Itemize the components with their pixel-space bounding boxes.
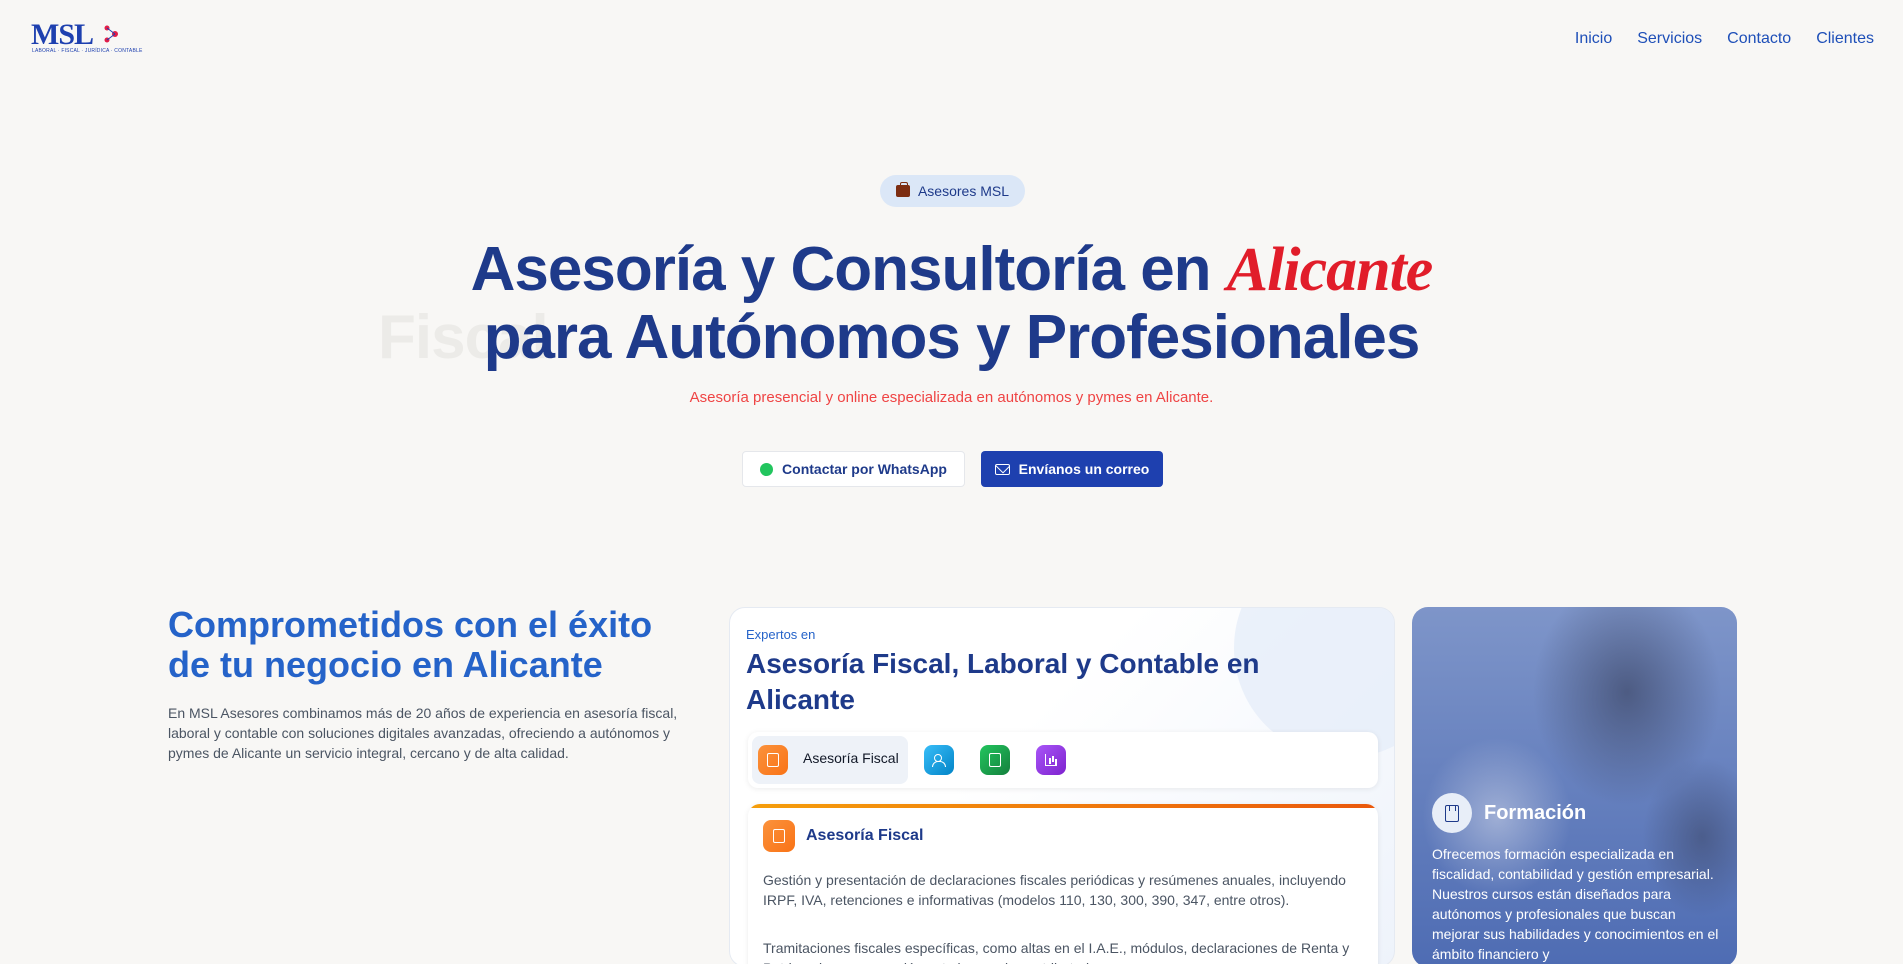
fiscal-doc-icon: [758, 745, 788, 775]
tab-contable-calculator-icon[interactable]: [980, 745, 1010, 775]
hero-title: Asesoría y Consultoría en Alicante para …: [0, 236, 1903, 372]
email-button[interactable]: Envíanos un correo: [981, 451, 1163, 487]
whatsapp-icon: [760, 462, 774, 476]
logo-tagline: LABORAL · FISCAL · JURÍDICA · CONTABLE: [32, 48, 143, 54]
services-tabs: Asesoría Fiscal: [748, 732, 1378, 788]
tab-chart-icon[interactable]: [1036, 745, 1066, 775]
logo-molecule-icon: [104, 25, 118, 43]
hero-title-line2: para Autónomos y Profesionales: [483, 303, 1421, 372]
panel-paragraph-1: Gestión y presentación de declaraciones …: [763, 872, 1346, 908]
service-detail-panel: Asesoría Fiscal Gestión y presentación d…: [748, 804, 1378, 964]
nav-inicio[interactable]: Inicio: [1575, 28, 1612, 50]
services-eyebrow: Expertos en: [746, 627, 816, 642]
formacion-title: Formación: [1484, 802, 1587, 824]
panel-paragraph-2: Tramitaciones fiscales específicas, como…: [763, 940, 1350, 964]
about-text: En MSL Asesores combinamos más de 20 año…: [168, 705, 678, 761]
formacion-card[interactable]: Formación Ofrecemos formación especializ…: [1412, 607, 1737, 964]
about-title: Comprometidos con el éxito de tu negocio…: [168, 604, 653, 685]
email-button-label: Envíanos un correo: [1018, 461, 1150, 477]
whatsapp-button[interactable]: Contactar por WhatsApp: [742, 451, 965, 487]
services-heading: Asesoría Fiscal, Laboral y Contable en A…: [746, 648, 1260, 715]
formacion-text: Ofrecemos formación especializada en fis…: [1432, 846, 1719, 962]
logo-mark: MSL: [31, 18, 94, 51]
hero-badge-label: Asesores MSL: [917, 183, 1010, 199]
services-card: Expertos en Asesoría Fiscal, Laboral y C…: [729, 607, 1395, 964]
panel-title: Asesoría Fiscal: [806, 827, 924, 844]
hero-title-accent: Alicante: [1226, 236, 1434, 304]
hero-subtitle: Asesoría presencial y online especializa…: [689, 389, 1214, 406]
tab-laboral-users-icon[interactable]: [924, 745, 954, 775]
nav-clientes[interactable]: Clientes: [1816, 28, 1874, 50]
site-header: MSL LABORAL · FISCAL · JURÍDICA · CONTAB…: [0, 0, 1903, 78]
nav-contacto[interactable]: Contacto: [1727, 28, 1791, 50]
fiscal-doc-icon: [763, 820, 795, 852]
hero-title-part1: Asesoría y Consultoría en: [470, 235, 1227, 304]
whatsapp-button-label: Contactar por WhatsApp: [782, 461, 947, 477]
tab-asesoria-fiscal-label: Asesoría Fiscal: [803, 750, 899, 766]
panel-accent-bar: [748, 804, 1378, 808]
briefcase-icon: [895, 182, 910, 197]
msl-logo[interactable]: MSL LABORAL · FISCAL · JURÍDICA · CONTAB…: [31, 18, 142, 56]
nav-servicios[interactable]: Servicios: [1637, 28, 1702, 50]
mail-icon: [994, 463, 1010, 475]
main-nav: Inicio Servicios Contacto Clientes: [1575, 28, 1874, 50]
hero-badge: Asesores MSL: [880, 175, 1025, 207]
book-icon: [1432, 793, 1472, 833]
